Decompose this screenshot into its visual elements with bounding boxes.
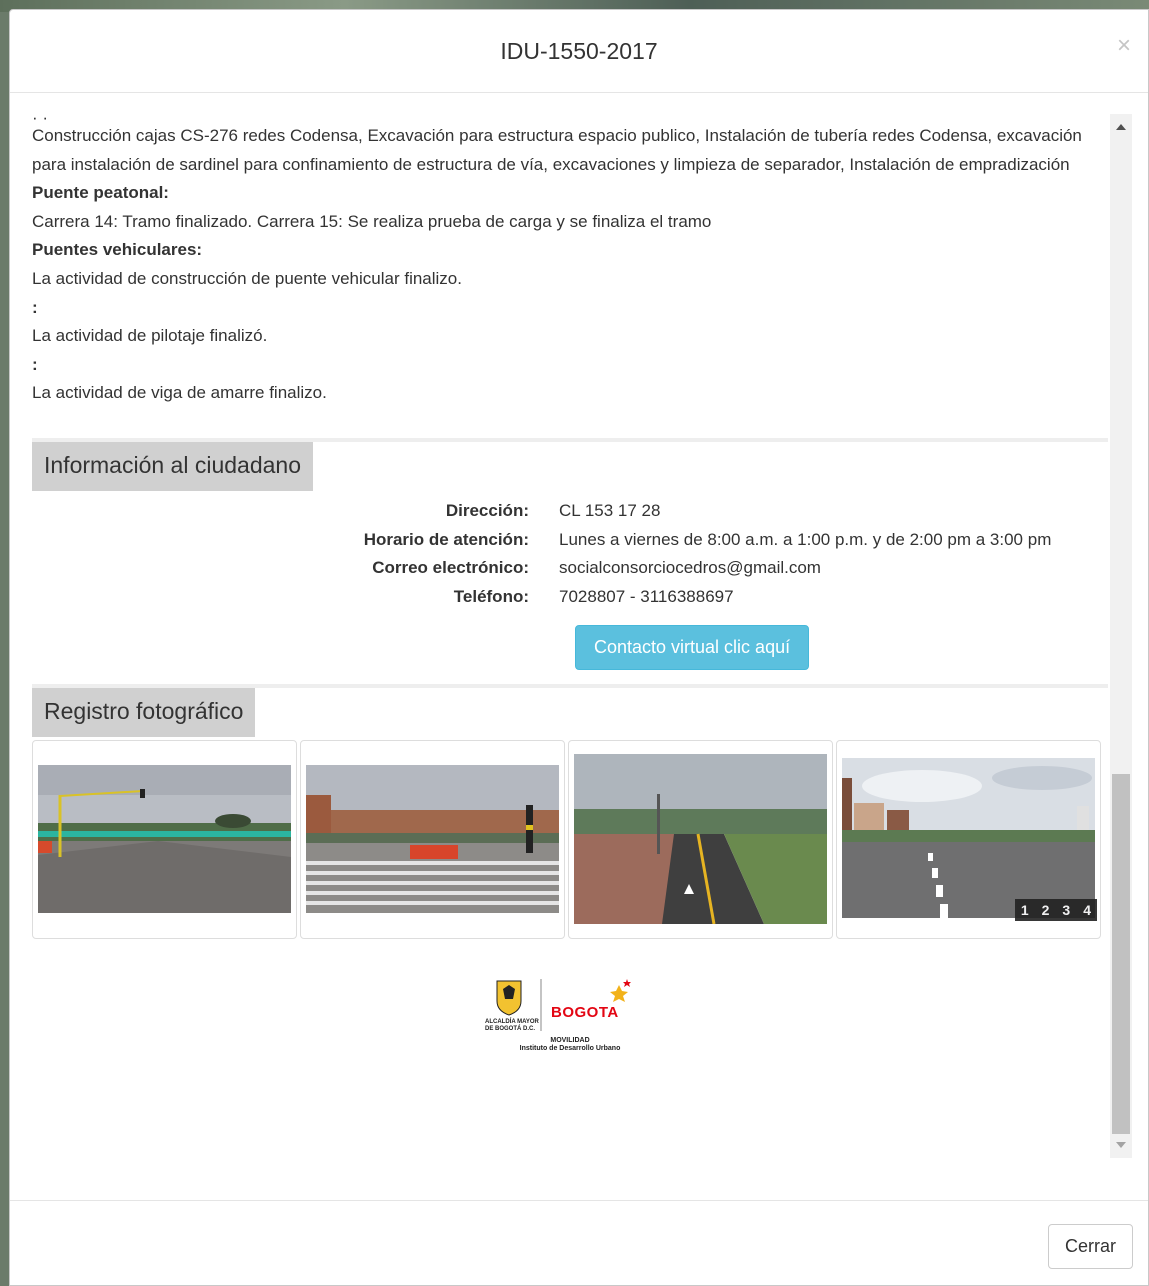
works-paragraph: La actividad de viga de amarre finalizo. (32, 383, 327, 403)
citizen-info-title: Información al ciudadano (32, 441, 313, 491)
photo-section-title: Registro fotográfico (32, 688, 256, 738)
works-heading-pedestrian-bridge: Puente peatonal: (32, 183, 169, 203)
logo-institute-name: Instituto de Desarrollo Urbano (519, 1045, 621, 1053)
alcaldia-line-2: DE BOGOTÁ D.C. (485, 1026, 536, 1033)
close-icon[interactable]: × (1117, 34, 1131, 58)
pager-page-4[interactable]: 4 (1083, 902, 1091, 918)
pager-page-2[interactable]: 2 (1042, 902, 1050, 918)
cut-off-line: · · (32, 114, 1108, 122)
works-paragraph: La actividad de construcción de puente v… (32, 268, 462, 288)
works-paragraph: Carrera 14: Tramo finalizado. Carrera 15… (32, 211, 712, 231)
photo-card[interactable] (300, 740, 565, 940)
photo-avenue[interactable] (842, 758, 1095, 919)
photo-pager: 1 2 3 4 (1014, 899, 1097, 922)
modal-body: · · Construcción cajas CS-276 redes Code… (10, 94, 1148, 1200)
idu-logo: ALCALDÍA MAYOR DE BOGOTÁ D.C. BOGOTA MOV… (485, 975, 655, 1065)
works-description: Construcción cajas CS-276 redes Codensa,… (32, 122, 1108, 408)
pager-page-1[interactable]: 1 (1021, 902, 1029, 918)
works-paragraph: Construcción cajas CS-276 redes Codensa,… (32, 126, 1082, 174)
virtual-contact-button[interactable]: Contacto virtual clic aquí (575, 625, 810, 671)
bogota-brand: BOGOTA (551, 1004, 619, 1022)
logo-sector: MOVILIDAD Instituto de Desarrollo Urbano (485, 1037, 655, 1053)
close-button[interactable]: Cerrar (1047, 1224, 1133, 1269)
address-value: CL 153 17 28 (559, 500, 661, 520)
email-value: socialconsorciocedros@gmail.com (559, 558, 821, 578)
vertical-scrollbar[interactable] (1110, 114, 1132, 1158)
phone-label: Teléfono: (453, 586, 529, 606)
works-heading: : (32, 354, 38, 374)
photo-bike-lane[interactable] (574, 754, 827, 925)
works-heading: : (32, 297, 38, 317)
email-label: Correo electrónico: (372, 558, 529, 578)
hours-label: Horario de atención: (363, 529, 529, 549)
citizen-info-table: Dirección: CL 153 17 28 Horario de atenc… (32, 497, 1108, 611)
phone-value: 7028807 - 3116388697 (559, 586, 734, 606)
photo-card[interactable] (568, 740, 833, 940)
scroll-down-icon[interactable] (1116, 1142, 1126, 1148)
logo-sector-name: MOVILIDAD (550, 1037, 590, 1045)
photo-card[interactable]: 1 2 3 4 (836, 740, 1101, 940)
scroll-up-icon[interactable] (1116, 124, 1126, 130)
scrollbar-thumb[interactable] (1112, 774, 1130, 1134)
address-label: Dirección: (445, 500, 529, 520)
hours-value: Lunes a viernes de 8:00 a.m. a 1:00 p.m.… (559, 529, 1052, 549)
photo-section: Registro fotográfico 1 2 3 4 ALCALDÍA MA… (32, 684, 1108, 1065)
project-modal: IDU-1550-2017 × · · Construcción cajas C… (9, 9, 1149, 1286)
modal-footer: Cerrar (10, 1200, 1148, 1285)
logo-block: ALCALDÍA MAYOR DE BOGOTÁ D.C. BOGOTA MOV… (32, 975, 1108, 1065)
pager-page-3[interactable]: 3 (1062, 902, 1070, 918)
photo-crosswalk[interactable] (306, 765, 559, 914)
photo-gallery: 1 2 3 4 (32, 740, 1108, 940)
modal-header: IDU-1550-2017 × (10, 10, 1148, 93)
modal-scroll-area[interactable]: · · Construcción cajas CS-276 redes Code… (32, 114, 1108, 1158)
photo-intersection[interactable] (38, 765, 291, 914)
modal-title: IDU-1550-2017 (500, 38, 658, 64)
photo-card[interactable] (32, 740, 297, 940)
citizen-info-section: Información al ciudadano Dirección: CL 1… (32, 437, 1108, 671)
works-heading-vehicle-bridges: Puentes vehiculares: (32, 240, 203, 260)
works-paragraph: La actividad de pilotaje finalizó. (32, 326, 268, 346)
